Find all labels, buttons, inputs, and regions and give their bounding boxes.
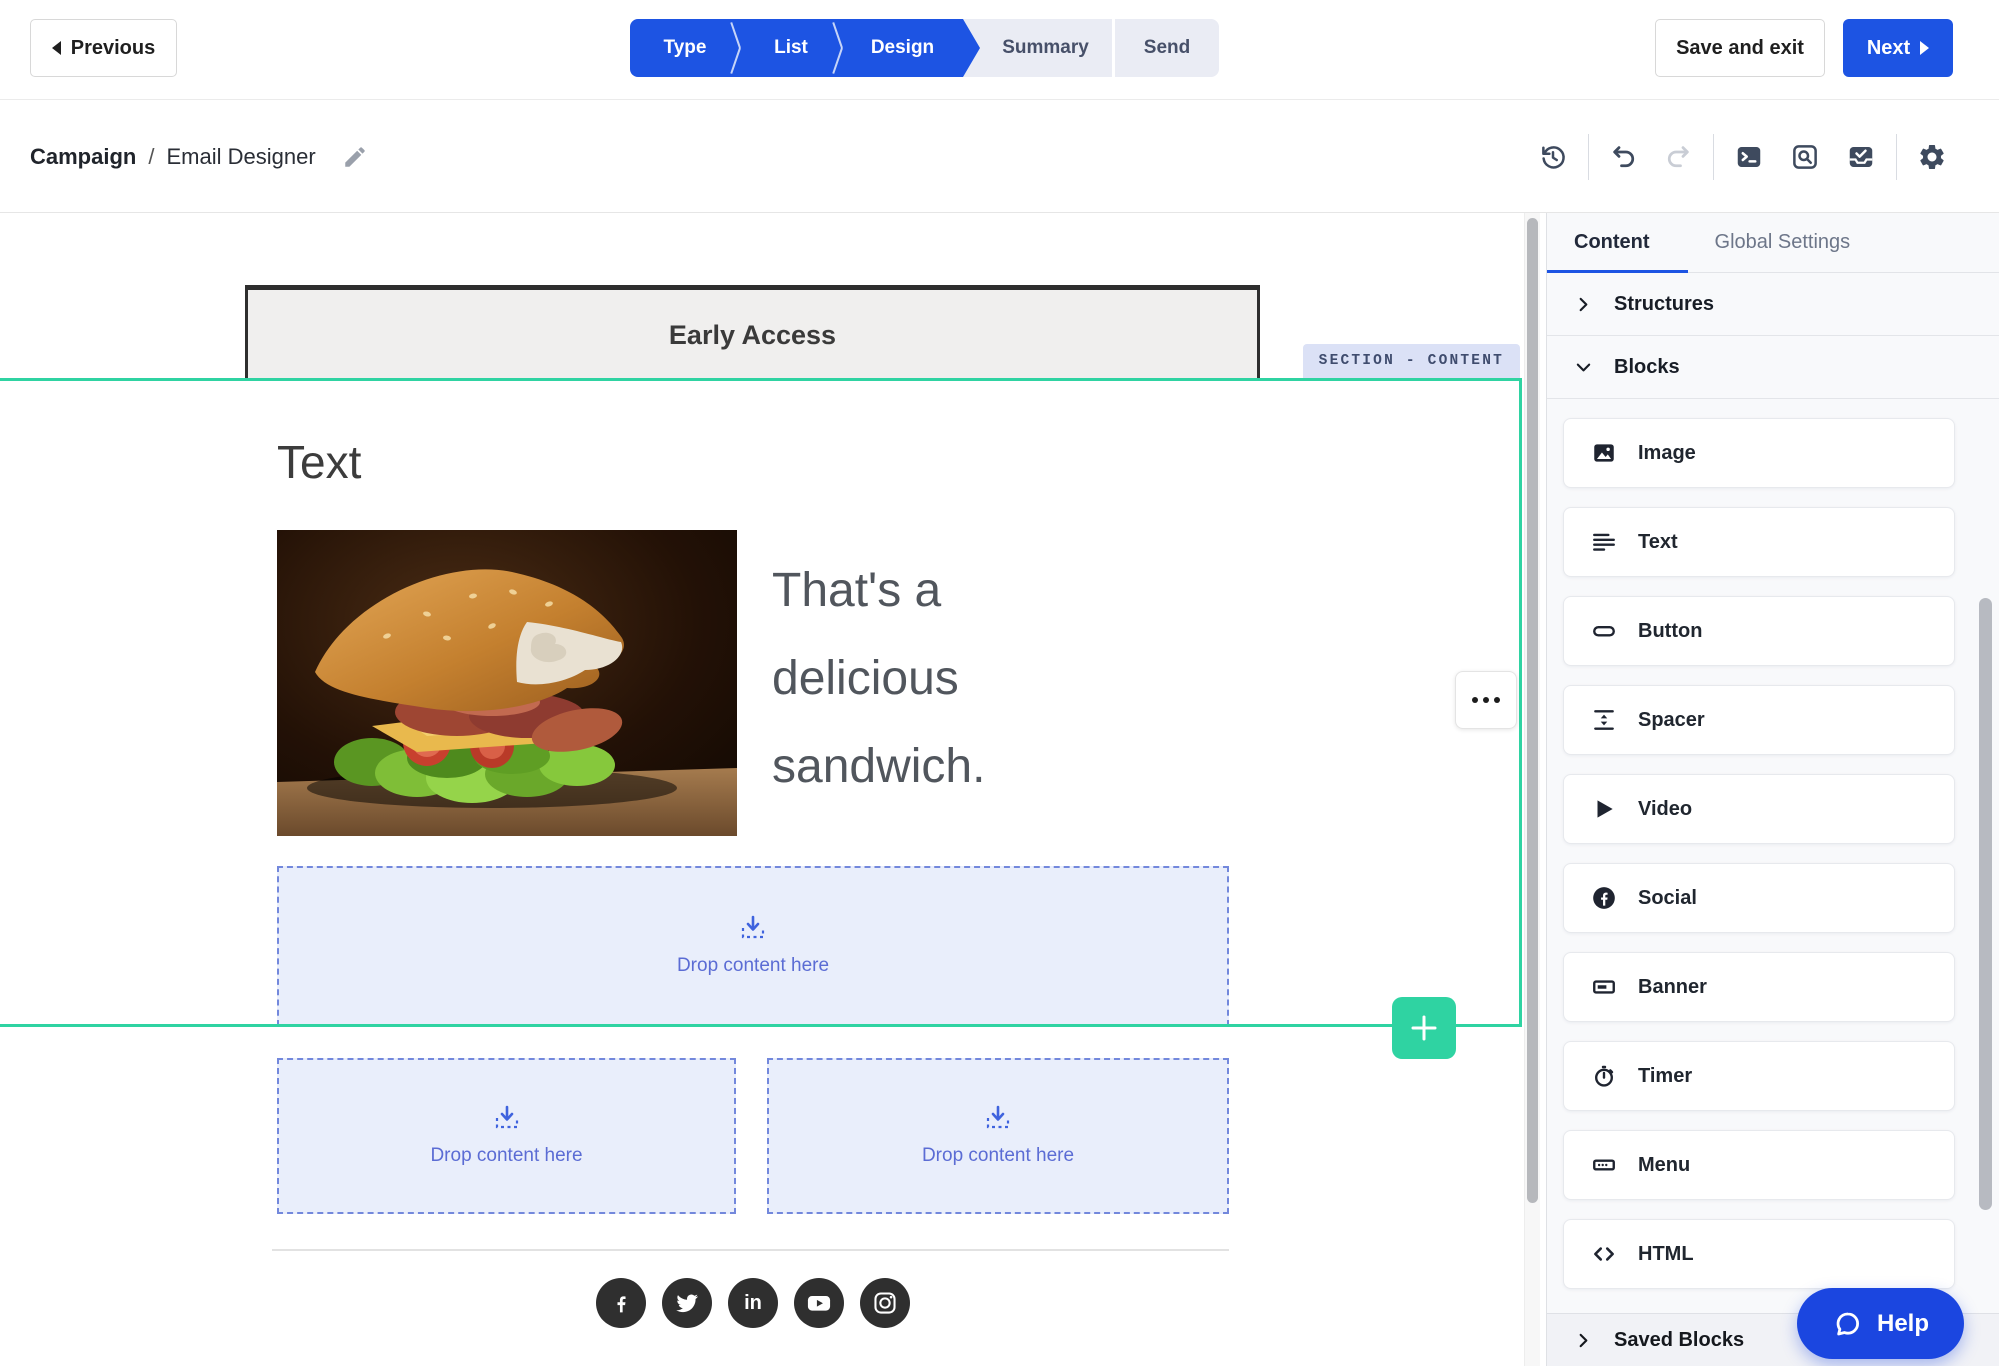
designer-toolbar xyxy=(1538,100,1947,213)
block-banner[interactable]: Banner xyxy=(1563,952,1955,1022)
sidebar-scrollbar-thumb[interactable] xyxy=(1979,598,1992,1210)
code-terminal-icon[interactable] xyxy=(1734,142,1764,172)
drop-zone-label: Drop content here xyxy=(676,955,830,976)
email-designer-app: Previous Type List Design Summary Send S… xyxy=(0,0,1999,1366)
canvas-scrollbar[interactable] xyxy=(1524,213,1540,1366)
drop-content-icon xyxy=(495,1105,518,1129)
drop-zone[interactable]: Drop content here xyxy=(277,866,1229,1026)
block-timer[interactable]: Timer xyxy=(1563,1041,1955,1111)
section-more-options-button[interactable] xyxy=(1455,671,1517,729)
banner-block-icon xyxy=(1593,980,1615,994)
linkedin-icon[interactable]: in xyxy=(728,1278,778,1328)
social-block-icon xyxy=(1593,887,1615,909)
send-test-icon[interactable] xyxy=(1846,142,1876,172)
toolbar-divider xyxy=(1713,133,1714,180)
add-section-button[interactable] xyxy=(1392,997,1456,1059)
toolbar-divider xyxy=(1588,133,1589,180)
chevron-right-icon xyxy=(1579,297,1588,311)
text-block[interactable]: Text xyxy=(277,435,361,489)
youtube-icon[interactable] xyxy=(794,1278,844,1328)
block-menu[interactable]: Menu xyxy=(1563,1130,1955,1200)
chat-bubble-icon xyxy=(1836,1312,1859,1335)
right-sidebar: Content Global Settings Structures Block… xyxy=(1546,213,1999,1366)
group-blocks-label: Blocks xyxy=(1614,355,1680,378)
tab-global-settings[interactable]: Global Settings xyxy=(1715,231,1851,254)
headline-text-block[interactable]: That's a delicious sandwich. xyxy=(772,547,1117,811)
email-header-block[interactable]: Early Access xyxy=(245,285,1260,381)
saved-blocks-label: Saved Blocks xyxy=(1614,1328,1745,1351)
toolbar-divider xyxy=(1896,133,1897,180)
video-block-icon xyxy=(1597,800,1613,818)
version-history-icon[interactable] xyxy=(1538,142,1568,172)
active-tab-indicator xyxy=(1547,270,1688,273)
block-text[interactable]: Text xyxy=(1563,507,1955,577)
help-label: Help xyxy=(1876,1309,1929,1337)
stepper-completed-group: Type List Design xyxy=(630,19,963,77)
chevron-right-icon xyxy=(1579,1333,1588,1347)
previous-label: Previous xyxy=(70,36,156,59)
drop-zone[interactable]: Drop content here xyxy=(277,1058,736,1214)
arrow-left-icon xyxy=(51,41,61,55)
section-content-tag: SECTION - CONTENT xyxy=(1302,344,1520,378)
campaign-stepper: Type List Design Summary Send xyxy=(630,19,1219,77)
html-block-icon xyxy=(1594,1247,1614,1261)
help-button[interactable]: Help xyxy=(1797,1288,1964,1359)
drop-content-icon xyxy=(986,1105,1010,1129)
breadcrumb: Campaign / Email Designer xyxy=(30,100,368,213)
step-design[interactable]: Design xyxy=(842,19,963,77)
email-divider xyxy=(272,1249,1229,1251)
social-block[interactable]: in xyxy=(596,1278,910,1328)
drop-content-icon xyxy=(741,915,765,939)
menu-block-icon xyxy=(1593,1159,1615,1171)
block-video[interactable]: Video xyxy=(1563,774,1955,844)
block-image[interactable]: Image xyxy=(1563,418,1955,488)
drop-zone-label: Drop content here xyxy=(921,1145,1075,1166)
breadcrumb-separator: / xyxy=(148,143,155,169)
tab-content[interactable]: Content xyxy=(1574,231,1650,254)
chevron-down-icon xyxy=(1576,363,1591,371)
email-canvas: Early Access SECTION - CONTENT Text That… xyxy=(0,213,1524,1366)
drop-zone[interactable]: Drop content here xyxy=(767,1058,1229,1214)
next-label: Next xyxy=(1866,36,1911,59)
step-list[interactable]: List xyxy=(740,19,842,77)
edit-name-icon[interactable] xyxy=(342,144,368,170)
undo-icon[interactable] xyxy=(1609,142,1639,172)
timer-block-icon xyxy=(1595,1065,1614,1087)
drop-zone-label: Drop content here xyxy=(430,1145,583,1166)
group-structures[interactable]: Structures xyxy=(1547,273,1999,336)
blocks-list: Image Text Button Spacer Video Social Ba… xyxy=(1547,399,1955,1289)
instagram-icon[interactable] xyxy=(860,1278,910,1328)
top-bar: Previous Type List Design Summary Send S… xyxy=(0,0,1999,100)
spacer-block-icon xyxy=(1594,710,1614,730)
step-summary[interactable]: Summary xyxy=(963,19,1112,77)
breadcrumb-page-title: Email Designer xyxy=(166,143,316,169)
arrow-right-icon xyxy=(1920,41,1930,55)
sidebar-tabs: Content Global Settings xyxy=(1547,213,1999,273)
group-structures-label: Structures xyxy=(1614,292,1715,315)
sandwich-image-block[interactable] xyxy=(277,530,737,836)
text-block-icon xyxy=(1593,533,1615,551)
canvas-scrollbar-thumb[interactable] xyxy=(1527,218,1538,1203)
facebook-icon[interactable] xyxy=(596,1278,646,1328)
previous-button[interactable]: Previous xyxy=(30,19,177,77)
save-and-exit-button[interactable]: Save and exit xyxy=(1655,19,1825,77)
plus-icon xyxy=(1411,1015,1437,1041)
breadcrumb-campaign[interactable]: Campaign xyxy=(30,144,136,170)
block-spacer[interactable]: Spacer xyxy=(1563,685,1955,755)
ellipsis-icon xyxy=(1472,697,1478,703)
block-html[interactable]: HTML xyxy=(1563,1219,1955,1289)
redo-icon[interactable] xyxy=(1663,142,1693,172)
toolbar-bar: Campaign / Email Designer xyxy=(0,100,1999,213)
step-type[interactable]: Type xyxy=(630,19,740,77)
settings-gear-icon[interactable] xyxy=(1917,142,1947,172)
image-block-icon xyxy=(1594,444,1614,462)
block-social[interactable]: Social xyxy=(1563,863,1955,933)
block-button[interactable]: Button xyxy=(1563,596,1955,666)
step-send[interactable]: Send xyxy=(1115,19,1219,77)
preview-icon[interactable] xyxy=(1790,142,1820,172)
next-button[interactable]: Next xyxy=(1843,19,1953,77)
twitter-icon[interactable] xyxy=(662,1278,712,1328)
group-blocks[interactable]: Blocks xyxy=(1547,336,1999,399)
button-block-icon xyxy=(1593,626,1615,637)
